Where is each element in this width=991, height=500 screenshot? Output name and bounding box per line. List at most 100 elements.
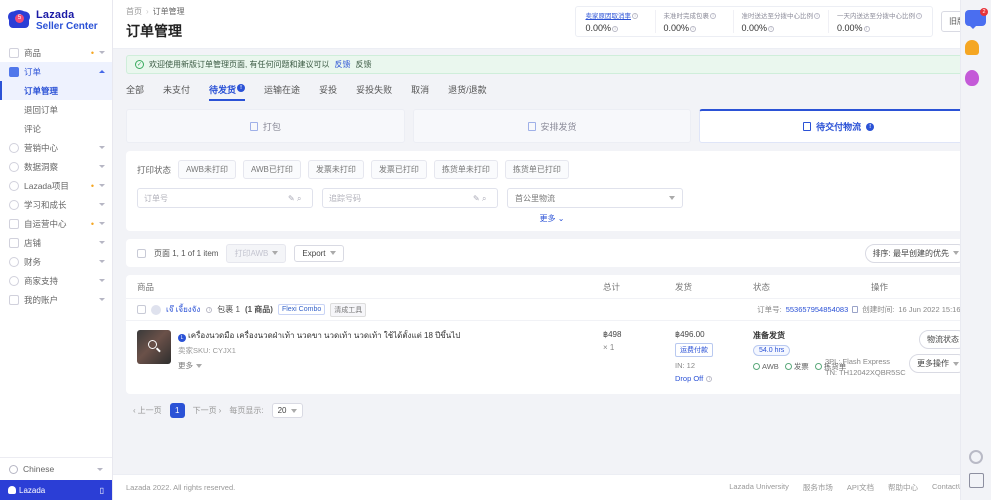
tracking-no-field[interactable]: ✎ ⌕ <box>322 188 498 208</box>
buyer-name[interactable]: เจ๊ เจี้ยงจัง <box>166 303 200 316</box>
more-filters-toggle[interactable]: 更多 ⌄ <box>540 214 565 223</box>
chip-invoice-not-printed[interactable]: 发票未打印 <box>307 160 364 179</box>
page-size-select[interactable]: 20 <box>271 403 304 418</box>
next-page-button[interactable]: 下一页 › <box>193 405 222 416</box>
chip-invoice-printed[interactable]: 发票已打印 <box>370 160 427 179</box>
tab-unpaid[interactable]: 未支付 <box>163 83 190 101</box>
settings-gear-icon[interactable] <box>969 450 983 464</box>
sidebar-item-analytics[interactable]: 数据洞察 <box>0 157 112 176</box>
info-icon[interactable]: i <box>612 25 619 32</box>
export-button[interactable]: Export <box>294 244 344 262</box>
info-icon[interactable]: i <box>916 13 922 20</box>
print-invoice-status[interactable]: 发票 <box>784 361 809 372</box>
footer-link-api-docs[interactable]: API文档 <box>847 482 874 493</box>
step-badge: ! <box>866 122 875 131</box>
edit-icon[interactable]: ✎ <box>288 194 297 203</box>
chip-picklist-not-printed[interactable]: 拣货单未打印 <box>433 160 498 179</box>
chip-awb-not-printed[interactable]: AWB未打印 <box>178 160 236 179</box>
drop-off-link[interactable]: Drop Off i <box>675 374 753 383</box>
select-all-checkbox[interactable] <box>137 248 146 258</box>
search-icon[interactable]: ⌕ <box>482 194 491 203</box>
prev-page-button[interactable]: ‹ 上一页 <box>133 405 162 416</box>
step-handover-logistics[interactable]: 待交付物流 ! <box>699 109 979 143</box>
print-status-filter-row: 打印状态 AWB未打印 AWB已打印 发票未打印 发票已打印 拣货单未打印 拣货… <box>137 160 967 179</box>
tab-delivered[interactable]: 妥投 <box>319 83 337 101</box>
product-info: L เครื่องนวดมือ เครื่องนวดฝ่าเท้า นวดขา น… <box>178 330 603 383</box>
metric-cancel-rate[interactable]: 卖家原因取消率 i 0.00% i <box>578 10 656 33</box>
first-mile-logistics-select[interactable]: 首公里物流 <box>507 188 683 208</box>
feedback-pencil-icon[interactable] <box>968 473 984 488</box>
product-thumbnail[interactable] <box>137 330 171 364</box>
sidebar-subitem-reviews[interactable]: 评论 <box>0 119 112 138</box>
product-title[interactable]: L เครื่องนวดมือ เครื่องนวดฝ่าเท้า นวดขา น… <box>178 330 603 342</box>
order-checkbox[interactable] <box>137 305 146 314</box>
sidebar-item-my-account[interactable]: 我的账户 <box>0 290 112 309</box>
language-selector[interactable]: Chinese <box>0 457 112 480</box>
sidebar-item-orders[interactable]: 订单 <box>0 62 112 81</box>
metric-label-cancel-rate: 卖家原因取消率 <box>585 13 632 20</box>
edit-icon[interactable]: ✎ <box>473 194 482 203</box>
product-more-toggle[interactable]: 更多 <box>178 360 603 371</box>
print-awb-status[interactable]: AWB <box>753 361 779 372</box>
search-icon[interactable]: ⌕ <box>297 194 306 203</box>
sort-selector[interactable]: 排序: 最早创建的优先 <box>864 243 967 263</box>
tab-in-transit[interactable]: 运输在途 <box>264 83 300 101</box>
breadcrumb-home[interactable]: 首页 <box>126 6 142 17</box>
chevron-down-icon <box>669 196 675 200</box>
info-icon[interactable]: i <box>710 13 716 20</box>
info-icon[interactable]: i <box>768 25 775 32</box>
info-icon[interactable]: i <box>690 25 697 32</box>
sidebar-item-seller-support[interactable]: 商家支持 <box>0 271 112 290</box>
step-arrange-shipment[interactable]: 安排发货 <box>412 109 692 143</box>
tab-return-refund[interactable]: 退货/退款 <box>448 83 487 101</box>
promotions-button[interactable] <box>965 70 987 90</box>
metric-ontime-to-hub[interactable]: 准时送达至分拨中心比例 i 0.00% i <box>734 10 829 33</box>
footer-link-help-center[interactable]: 帮助中心 <box>888 482 918 493</box>
toolbar-left: 页面 1, 1 of 1 item 打印AWB Export <box>137 243 344 263</box>
metric-oneday-to-hub[interactable]: 一天内送达至分拨中心比例 i 0.00% i <box>829 10 930 33</box>
info-icon[interactable]: i <box>206 306 213 313</box>
sidebar-item-lazada-programs[interactable]: Lazada项目 • <box>0 176 112 195</box>
tracking-no-input[interactable] <box>329 193 473 203</box>
sidebar-label-finance: 财务 <box>24 256 42 267</box>
print-awb-button[interactable]: 打印AWB <box>226 243 287 263</box>
tab-canceled[interactable]: 取消 <box>411 83 429 101</box>
sidebar-item-finance[interactable]: 财务 <box>0 252 112 271</box>
header-metrics: 卖家原因取消率 i 0.00% i 未准时完成包裹 i 0.00% i 准时送达至分拨中… <box>574 6 981 37</box>
sidebar-item-products[interactable]: 商品 • <box>0 43 112 62</box>
sidebar-item-marketing[interactable]: 营销中心 <box>0 138 112 157</box>
tracking-number: TN: TH12042XQBR5SC <box>825 368 906 377</box>
chat-button[interactable]: 2 <box>965 8 988 30</box>
order-no-value[interactable]: 553657954854083 <box>786 305 849 314</box>
info-icon[interactable]: i <box>863 25 870 32</box>
info-icon[interactable]: i <box>814 13 820 20</box>
notifications-button[interactable] <box>965 40 987 60</box>
sidebar-item-learning[interactable]: 学习和成长 <box>0 195 112 214</box>
sidebar-item-self-operation[interactable]: 自运营中心 • <box>0 214 112 233</box>
footer-link-lazada-university[interactable]: Lazada University <box>729 482 789 493</box>
footer-link-service-market[interactable]: 服务市场 <box>803 482 833 493</box>
page-number-1[interactable]: 1 <box>169 403 185 418</box>
chip-awb-printed[interactable]: AWB已打印 <box>242 160 301 179</box>
order-no-input[interactable] <box>144 193 288 203</box>
tab-to-ship[interactable]: 待发货! <box>209 83 246 101</box>
chip-picklist-printed[interactable]: 拣货单已打印 <box>504 160 569 179</box>
sidebar-item-store[interactable]: 店铺 <box>0 233 112 252</box>
info-icon[interactable]: i <box>632 13 638 20</box>
tab-all[interactable]: 全部 <box>126 83 144 101</box>
sidebar-footer-brand: Lazada <box>8 486 45 495</box>
collapse-icon[interactable]: ▯ <box>100 486 104 495</box>
chevron-down-icon <box>99 260 105 263</box>
step-pack[interactable]: 打包 <box>126 109 405 143</box>
order-no-field[interactable]: ✎ ⌕ <box>137 188 313 208</box>
metric-late-packages[interactable]: 未准时完成包裹 i 0.00% i <box>656 10 734 33</box>
sidebar-subitem-return-orders[interactable]: 退回订单 <box>0 100 112 119</box>
tab-delivery-failed[interactable]: 妥投失败 <box>356 83 392 101</box>
brand-logo-block[interactable]: 5 Lazada Seller Center <box>0 0 112 41</box>
feedback-link[interactable]: 反馈 <box>334 59 350 70</box>
chevron-down-icon <box>953 251 959 255</box>
bell-icon <box>965 40 979 55</box>
sidebar-subitem-order-management[interactable]: 订单管理 <box>0 81 112 100</box>
copy-icon[interactable] <box>852 306 859 313</box>
more-operations-button[interactable]: 更多操作 <box>909 354 967 373</box>
